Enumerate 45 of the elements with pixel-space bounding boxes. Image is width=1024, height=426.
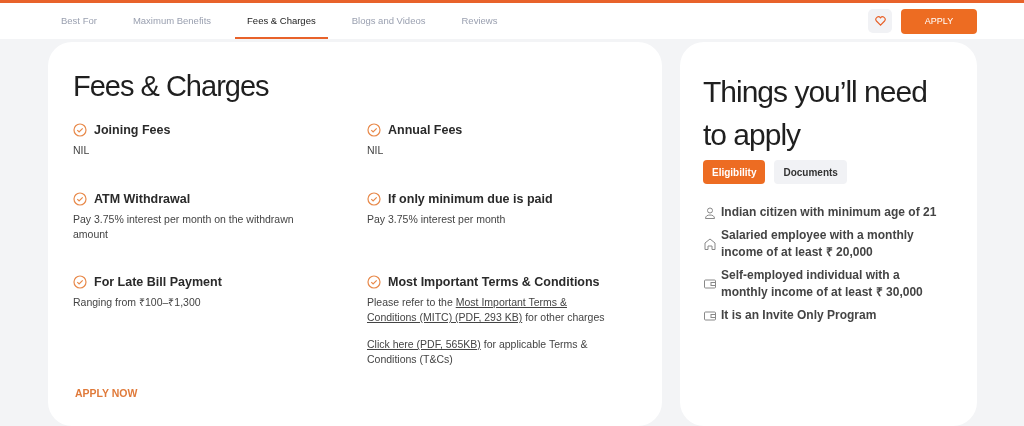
document-link[interactable]: Conditions (MITC) (PDF, 293 KB): [367, 311, 523, 323]
check-circle-icon: [73, 123, 87, 137]
nav-tab[interactable]: Best For: [49, 3, 109, 39]
requirement-text: Indian citizen with minimum age of 21: [721, 204, 937, 221]
fee-description: NIL: [367, 143, 385, 158]
requirement-text: Salaried employee with a monthly income of at least ₹ 20,000: [721, 227, 915, 261]
requirement-text: Self-employed individual with a monthly income of at least ₹ 30,000: [721, 267, 924, 301]
nav-tab[interactable]: Fees & Charges: [235, 3, 328, 39]
check-circle-icon: [73, 192, 87, 206]
fee-description: Please refer to the: [367, 296, 454, 308]
fee-description: Pay 3.75% interest per month on the withdrawn amount: [73, 212, 295, 242]
document-link[interactable]: Most Important Terms &: [455, 296, 567, 308]
section-title: Things you’ll need to apply: [703, 74, 928, 153]
nav-tab[interactable]: Blogs and Videos: [339, 3, 438, 39]
nav-tab[interactable]: Maximum Benefits: [120, 3, 224, 39]
fee-description: NIL: [73, 143, 91, 158]
fee-description: for other charges: [525, 311, 605, 323]
fee-title: ATM Withdrawal: [94, 192, 191, 206]
person-icon: [703, 205, 717, 220]
fee-title: Joining Fees: [94, 123, 171, 137]
fee-title: If only minimum due is paid: [388, 192, 553, 206]
fee-description: for applicable Terms &: [483, 338, 588, 350]
check-circle-icon: [367, 275, 381, 289]
favorite-button[interactable]: [868, 9, 892, 33]
apply-button[interactable]: APPLY: [901, 8, 977, 34]
wallet-icon: [703, 308, 717, 323]
house-icon: [703, 237, 717, 251]
section-title: Fees & Charges: [73, 70, 270, 103]
wallet-icon: [703, 277, 717, 291]
fee-description: Pay 3.75% interest per month: [367, 212, 507, 227]
check-circle-icon: [367, 192, 381, 206]
check-circle-icon: [73, 275, 87, 289]
apply-now-link[interactable]: APPLY NOW: [75, 387, 138, 399]
requirement-tab[interactable]: Documents: [774, 160, 847, 184]
fee-description: Conditions (T&Cs): [367, 353, 453, 365]
fee-title: Most Important Terms & Conditions: [388, 275, 600, 289]
fee-description: Ranging from ₹100–₹1,300: [73, 295, 202, 310]
document-link[interactable]: Click here (PDF, 565KB): [367, 338, 481, 350]
requirement-tab[interactable]: Eligibility: [703, 160, 766, 184]
requirement-text: It is an Invite Only Program: [721, 307, 877, 324]
nav-tab[interactable]: Reviews: [449, 3, 510, 39]
heart-icon: [874, 16, 886, 26]
fee-title: Annual Fees: [388, 123, 463, 137]
check-circle-icon: [367, 123, 381, 137]
fee-title: For Late Bill Payment: [94, 275, 222, 289]
